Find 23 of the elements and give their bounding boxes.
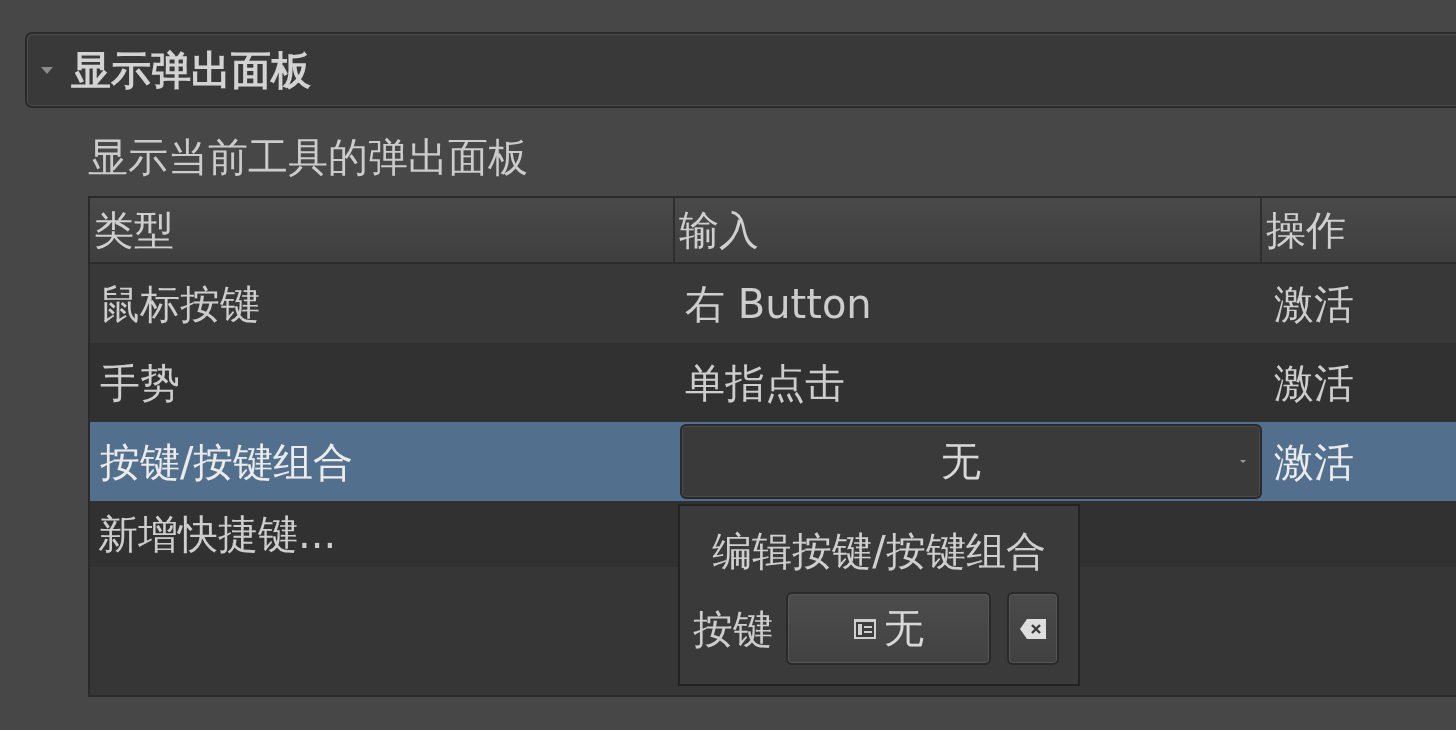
section-description: 显示当前工具的弹出面板 — [88, 133, 529, 181]
table-row[interactable]: 按键/按键组合 无 激活 — [90, 422, 1456, 501]
table-cell-text: 激活 — [1273, 437, 1355, 487]
table-cell-text: 按键/按键组合 — [99, 437, 355, 487]
table-cell-text: 右 Button — [684, 279, 873, 329]
table-cell-text: 鼠标按键 — [99, 279, 261, 329]
table-cell-text: 激活 — [1273, 358, 1355, 408]
list-window-icon — [853, 618, 876, 639]
caret-icon — [1240, 460, 1246, 463]
column-header: 操作 — [1265, 205, 1347, 255]
key-label: 按键 — [693, 604, 773, 654]
caret-icon — [41, 66, 53, 74]
table-row[interactable]: 手势 单指点击 激活 — [90, 343, 1456, 422]
column-header: 输入 — [675, 198, 1262, 262]
key-dropdown[interactable]: 无 — [680, 424, 1262, 499]
section-header[interactable]: 显示弹出面板 — [25, 32, 1456, 108]
table-cell-text: 激活 — [1273, 279, 1355, 329]
key-button[interactable]: 无 — [786, 592, 991, 665]
table-cell-text: 单指点击 — [684, 358, 846, 408]
table-cell-text: 手势 — [99, 358, 181, 408]
clear-button[interactable] — [1007, 592, 1059, 665]
backspace-icon — [1020, 618, 1046, 639]
column-header: 类型 — [90, 198, 675, 262]
